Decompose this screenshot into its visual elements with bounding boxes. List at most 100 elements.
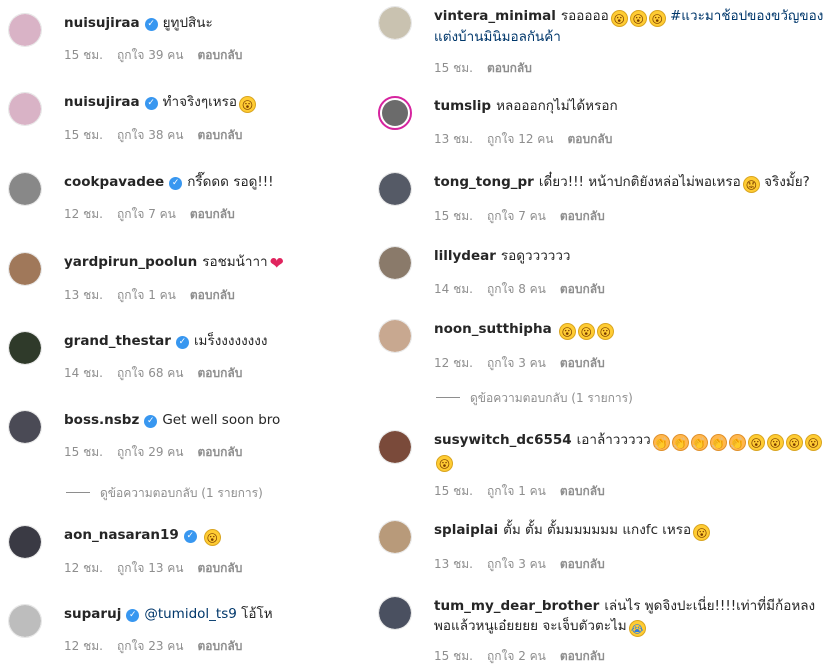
comment-body: nuisujiraa ✓ ทำจริงๆเหรอ 😮 15 ชม. ถูกใจ 38 คน…: [64, 92, 394, 145]
comment-likes[interactable]: ถูกใจ 2 คน: [487, 649, 546, 663]
user-avatar[interactable]: [8, 410, 42, 444]
user-avatar[interactable]: [378, 172, 412, 206]
comment-text: ตั้ม ตั้ม ตั้มมมมมมม แกงfc เหรอ: [503, 522, 692, 538]
comment-likes[interactable]: ถูกใจ 68 คน: [117, 366, 184, 380]
comment-likes[interactable]: ถูกใจ 13 คน: [117, 561, 184, 575]
reply-button[interactable]: ตอบกลับ: [190, 288, 235, 302]
user-avatar[interactable]: [378, 246, 412, 280]
comment-body: nuisujiraa ✓ ยูทูปสินะ 15 ชม. ถูกใจ 39 คน ตอบ…: [64, 13, 394, 65]
comment-username[interactable]: nuisujiraa: [64, 15, 140, 31]
comment-username[interactable]: lillydear: [434, 248, 496, 264]
user-avatar[interactable]: [8, 92, 42, 126]
user-avatar[interactable]: [8, 525, 42, 559]
comment-likes[interactable]: ถูกใจ 7 คน: [117, 207, 176, 221]
avatar-image: [9, 605, 41, 637]
comment-meta: 15 ชม. ถูกใจ 39 คน ตอบกลับ: [64, 46, 394, 65]
astonished-face-emoji-icon: 😮: [766, 434, 784, 451]
view-replies-link[interactable]: ดูข้อความตอบกลับ (1 รายการ): [66, 484, 263, 503]
reply-button[interactable]: ตอบกลับ: [487, 61, 532, 75]
avatar-image: [9, 332, 41, 364]
user-avatar[interactable]: [378, 596, 412, 630]
comment-username[interactable]: boss.nsbz: [64, 412, 139, 428]
user-avatar[interactable]: [378, 319, 412, 353]
comment-mention[interactable]: @tumidol_ts9: [144, 606, 237, 622]
avatar-image: [379, 173, 411, 205]
user-avatar[interactable]: [8, 331, 42, 365]
user-avatar[interactable]: [8, 252, 42, 286]
avatar-image: [379, 597, 411, 629]
comment-username[interactable]: susywitch_dc6554: [434, 432, 572, 448]
comment-username[interactable]: splaiplai: [434, 522, 498, 538]
comment-likes[interactable]: ถูกใจ 39 คน: [117, 48, 184, 62]
comment-time: 15 ชม.: [434, 61, 473, 75]
clap-emoji-icon: 👏: [709, 434, 727, 451]
comment-username[interactable]: tumslip: [434, 98, 491, 114]
comment-time: 15 ชม.: [64, 48, 103, 62]
comment-username[interactable]: noon_sutthipha: [434, 321, 552, 337]
comment-likes[interactable]: ถูกใจ 38 คน: [117, 128, 184, 142]
clap-emoji-icon: 👏: [690, 434, 708, 451]
reply-button[interactable]: ตอบกลับ: [198, 48, 243, 62]
comment-likes[interactable]: ถูกใจ 12 คน: [487, 132, 554, 146]
comment-body: suparuj ✓ @tumidol_ts9 โอ้โห 12 ชม. ถูกใจ 23…: [64, 604, 394, 656]
comment-likes[interactable]: ถูกใจ 7 คน: [487, 209, 546, 223]
reply-button[interactable]: ตอบกลับ: [560, 356, 605, 370]
avatar-image: [379, 247, 411, 279]
avatar-image: [379, 431, 411, 463]
user-avatar[interactable]: [378, 520, 412, 554]
clap-emoji-icon: 👏: [652, 434, 670, 451]
comment-meta: 12 ชม. ถูกใจ 13 คน ตอบกลับ: [64, 559, 394, 578]
reply-button[interactable]: ตอบกลับ: [560, 282, 605, 296]
comment-line: tum_my_dear_brother เล่นไร พูดจิงปะเนี่ย!…: [434, 596, 834, 637]
user-avatar[interactable]: [378, 6, 412, 40]
comment-likes[interactable]: ถูกใจ 29 คน: [117, 445, 184, 459]
verified-badge-icon: ✓: [169, 177, 183, 190]
reply-button[interactable]: ตอบกลับ: [198, 366, 243, 380]
sad-face-emoji-icon: 😟: [742, 176, 760, 193]
comment-username[interactable]: aon_nasaran19: [64, 527, 179, 543]
avatar-image: [9, 253, 41, 285]
user-avatar[interactable]: [8, 172, 42, 206]
user-avatar[interactable]: [8, 13, 42, 47]
view-replies-link[interactable]: ดูข้อความตอบกลับ (1 รายการ): [436, 389, 633, 408]
reply-button[interactable]: ตอบกลับ: [560, 557, 605, 571]
user-avatar[interactable]: [8, 604, 42, 638]
reply-button[interactable]: ตอบกลับ: [198, 445, 243, 459]
reply-button[interactable]: ตอบกลับ: [560, 484, 605, 498]
comment-likes[interactable]: ถูกใจ 3 คน: [487, 557, 546, 571]
comment-likes[interactable]: ถูกใจ 23 คน: [117, 639, 184, 653]
comment-line: boss.nsbz ✓ Get well soon bro: [64, 410, 394, 430]
comment-likes[interactable]: ถูกใจ 1 คน: [117, 288, 176, 302]
astonished-face-emoji-icon: 😮: [577, 323, 595, 340]
comment-username[interactable]: vintera_minimal: [434, 8, 556, 24]
reply-button[interactable]: ตอบกลับ: [198, 639, 243, 653]
astonished-face-emoji-icon: 😮: [558, 323, 576, 340]
comment-time: 12 ชม.: [64, 639, 103, 653]
user-avatar[interactable]: [378, 430, 412, 464]
comment-text: เมร็งงงงงงงง: [193, 333, 268, 349]
astonished-face-emoji-icon: 😮: [747, 434, 765, 451]
comment-username[interactable]: tum_my_dear_brother: [434, 598, 599, 614]
reply-button[interactable]: ตอบกลับ: [198, 128, 243, 142]
reply-button[interactable]: ตอบกลับ: [190, 207, 235, 221]
comment-username[interactable]: grand_thestar: [64, 333, 171, 349]
astonished-face-emoji-icon: 😮: [629, 10, 647, 27]
comment-username[interactable]: nuisujiraa: [64, 94, 140, 110]
reply-button[interactable]: ตอบกลับ: [560, 209, 605, 223]
comment-likes[interactable]: ถูกใจ 1 คน: [487, 484, 546, 498]
astonished-face-emoji-icon: 😮: [203, 529, 221, 546]
comment-time: 12 ชม.: [64, 207, 103, 221]
comment-body: tum_my_dear_brother เล่นไร พูดจิงปะเนี่ย!…: [434, 596, 834, 666]
user-avatar[interactable]: [378, 96, 412, 130]
reply-button[interactable]: ตอบกลับ: [560, 649, 605, 663]
comment-username[interactable]: cookpavadee: [64, 174, 164, 190]
comment-likes[interactable]: ถูกใจ 8 คน: [487, 282, 546, 296]
comment-username[interactable]: tong_tong_pr: [434, 174, 534, 190]
comment-body: splaiplai ตั้ม ตั้ม ตั้มมมมมมม แกงfc เหรอ…: [434, 520, 834, 574]
reply-button[interactable]: ตอบกลับ: [198, 561, 243, 575]
reply-button[interactable]: ตอบกลับ: [568, 132, 613, 146]
comment-likes[interactable]: ถูกใจ 3 คน: [487, 356, 546, 370]
comment-username[interactable]: suparuj: [64, 606, 121, 622]
comment-username[interactable]: yardpirun_poolun: [64, 254, 197, 270]
comment-time: 12 ชม.: [434, 356, 473, 370]
